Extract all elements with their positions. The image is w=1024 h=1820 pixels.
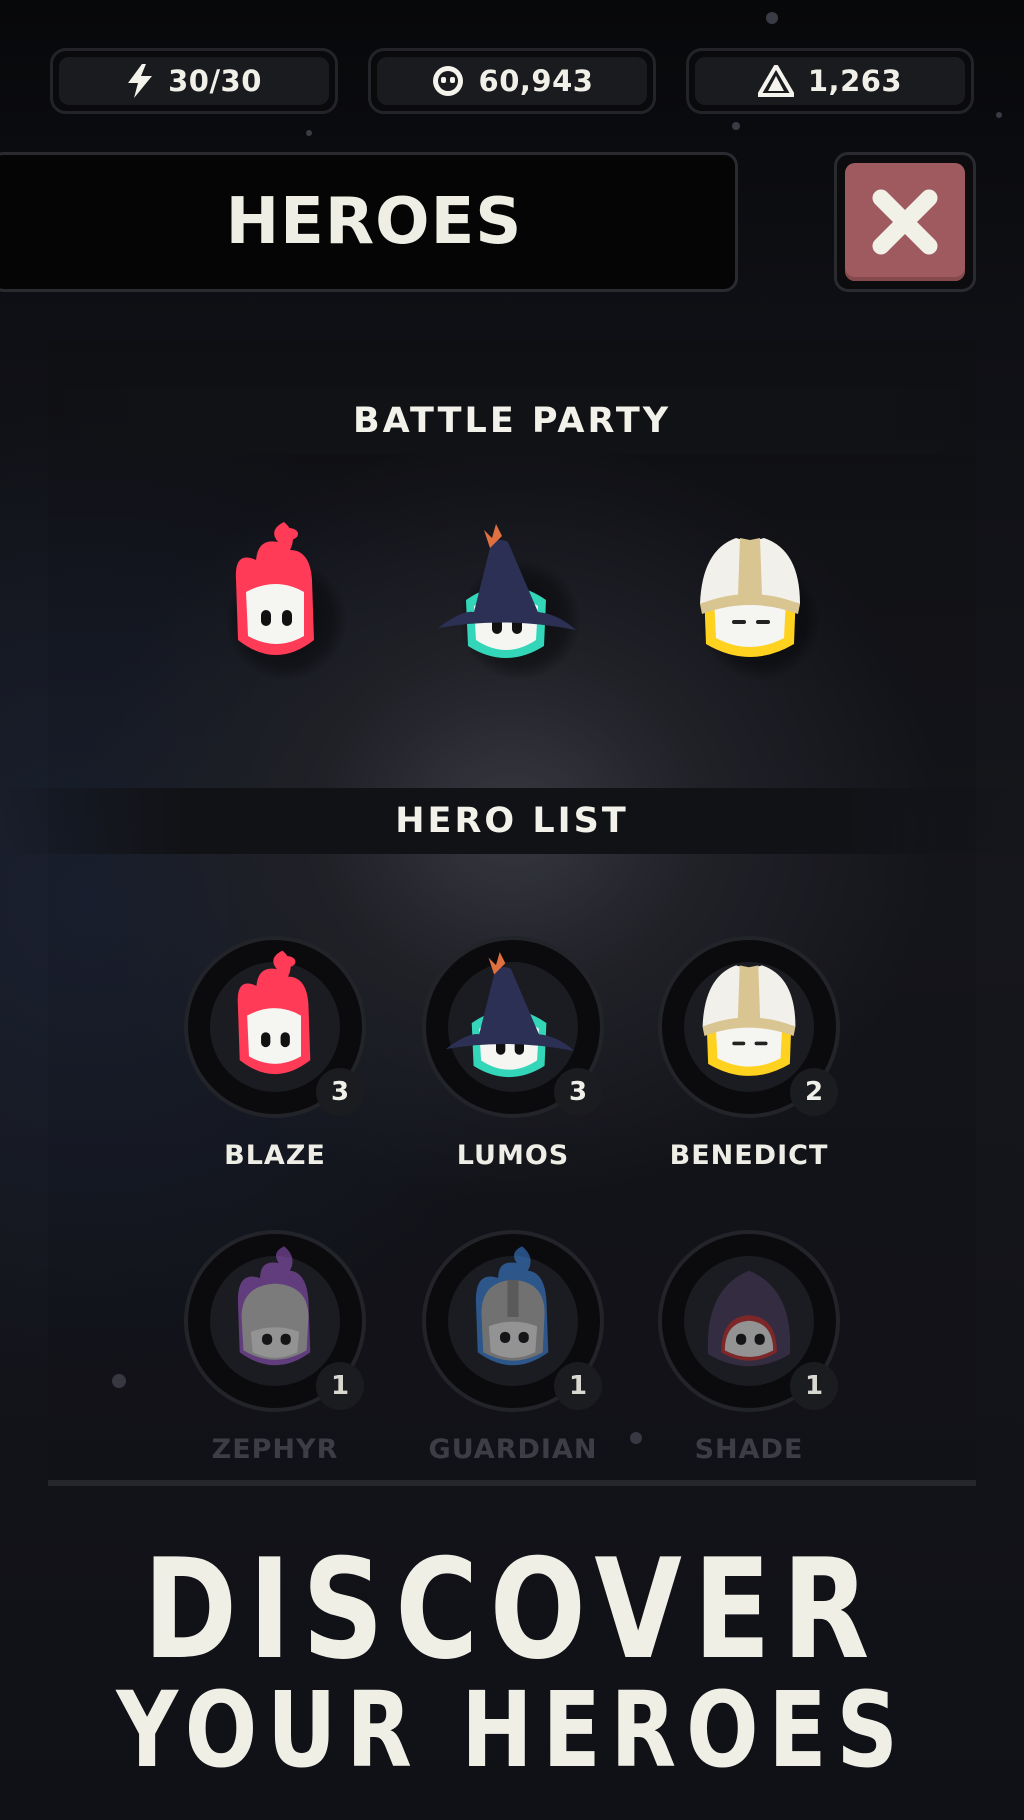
page-title: HEROES [225, 185, 523, 259]
energy-counter[interactable]: 30/30 [50, 48, 338, 114]
hero-name: BLAZE [224, 1140, 326, 1171]
hero-name: LUMOS [456, 1140, 570, 1171]
hero-name: GUARDIAN [428, 1434, 598, 1465]
hero-name: ZEPHYR [211, 1434, 339, 1465]
hero-level-badge: 3 [554, 1068, 602, 1116]
guardian-avatar [475, 1246, 549, 1366]
zephyr-avatar [237, 1246, 311, 1366]
hero-card-lumos[interactable]: 3 LUMOS [418, 936, 608, 1186]
hero-card-shade[interactable]: 1 SHADE [654, 1230, 844, 1480]
coin-counter[interactable]: 60,943 [368, 48, 656, 114]
hero-card-zephyr[interactable]: 1 ZEPHYR [180, 1230, 370, 1480]
crystal-value: 1,263 [807, 64, 903, 98]
party-slot-1[interactable] [206, 520, 346, 680]
hero-level-badge: 1 [316, 1362, 364, 1410]
hero-level-badge: 1 [790, 1362, 838, 1410]
priest-avatar [702, 965, 796, 1076]
priest-avatar [700, 538, 800, 657]
fire-spirit-avatar [235, 522, 314, 655]
crystal-icon [757, 65, 794, 97]
party-slot-3[interactable] [680, 520, 820, 680]
close-button[interactable] [834, 152, 976, 292]
hero-level-badge: 1 [554, 1362, 602, 1410]
party-slot-2[interactable] [438, 520, 580, 680]
hero-list-label: HERO LIST [395, 801, 629, 841]
battle-party-header: BATTLE PARTY [0, 388, 1024, 454]
close-icon [872, 189, 938, 255]
wizard-avatar [438, 524, 576, 658]
fire-spirit-avatar [237, 950, 311, 1075]
crystal-counter[interactable]: 1,263 [686, 48, 974, 114]
title-panel: HEROES [0, 152, 738, 292]
panel-divider [48, 1480, 976, 1486]
hero-card-benedict[interactable]: 2 BENEDICT [654, 936, 844, 1186]
battle-party-label: BATTLE PARTY [352, 401, 672, 441]
hero-level-badge: 2 [790, 1068, 838, 1116]
skull-coin-icon [432, 66, 463, 96]
hero-card-guardian[interactable]: 1 GUARDIAN [418, 1230, 608, 1480]
promo-headline: DISCOVER [143, 1529, 881, 1690]
shade-avatar [707, 1270, 791, 1367]
hero-card-blaze[interactable]: 3 BLAZE [180, 936, 370, 1186]
hero-list-header: HERO LIST [0, 788, 1024, 854]
lightning-icon [128, 64, 153, 98]
energy-value: 30/30 [168, 64, 262, 98]
coin-value: 60,943 [478, 64, 594, 98]
hero-level-badge: 3 [316, 1068, 364, 1116]
hero-name: BENEDICT [669, 1140, 829, 1171]
promo-subheadline: YOUR HEROES [116, 1669, 908, 1791]
hero-name: SHADE [694, 1434, 804, 1465]
